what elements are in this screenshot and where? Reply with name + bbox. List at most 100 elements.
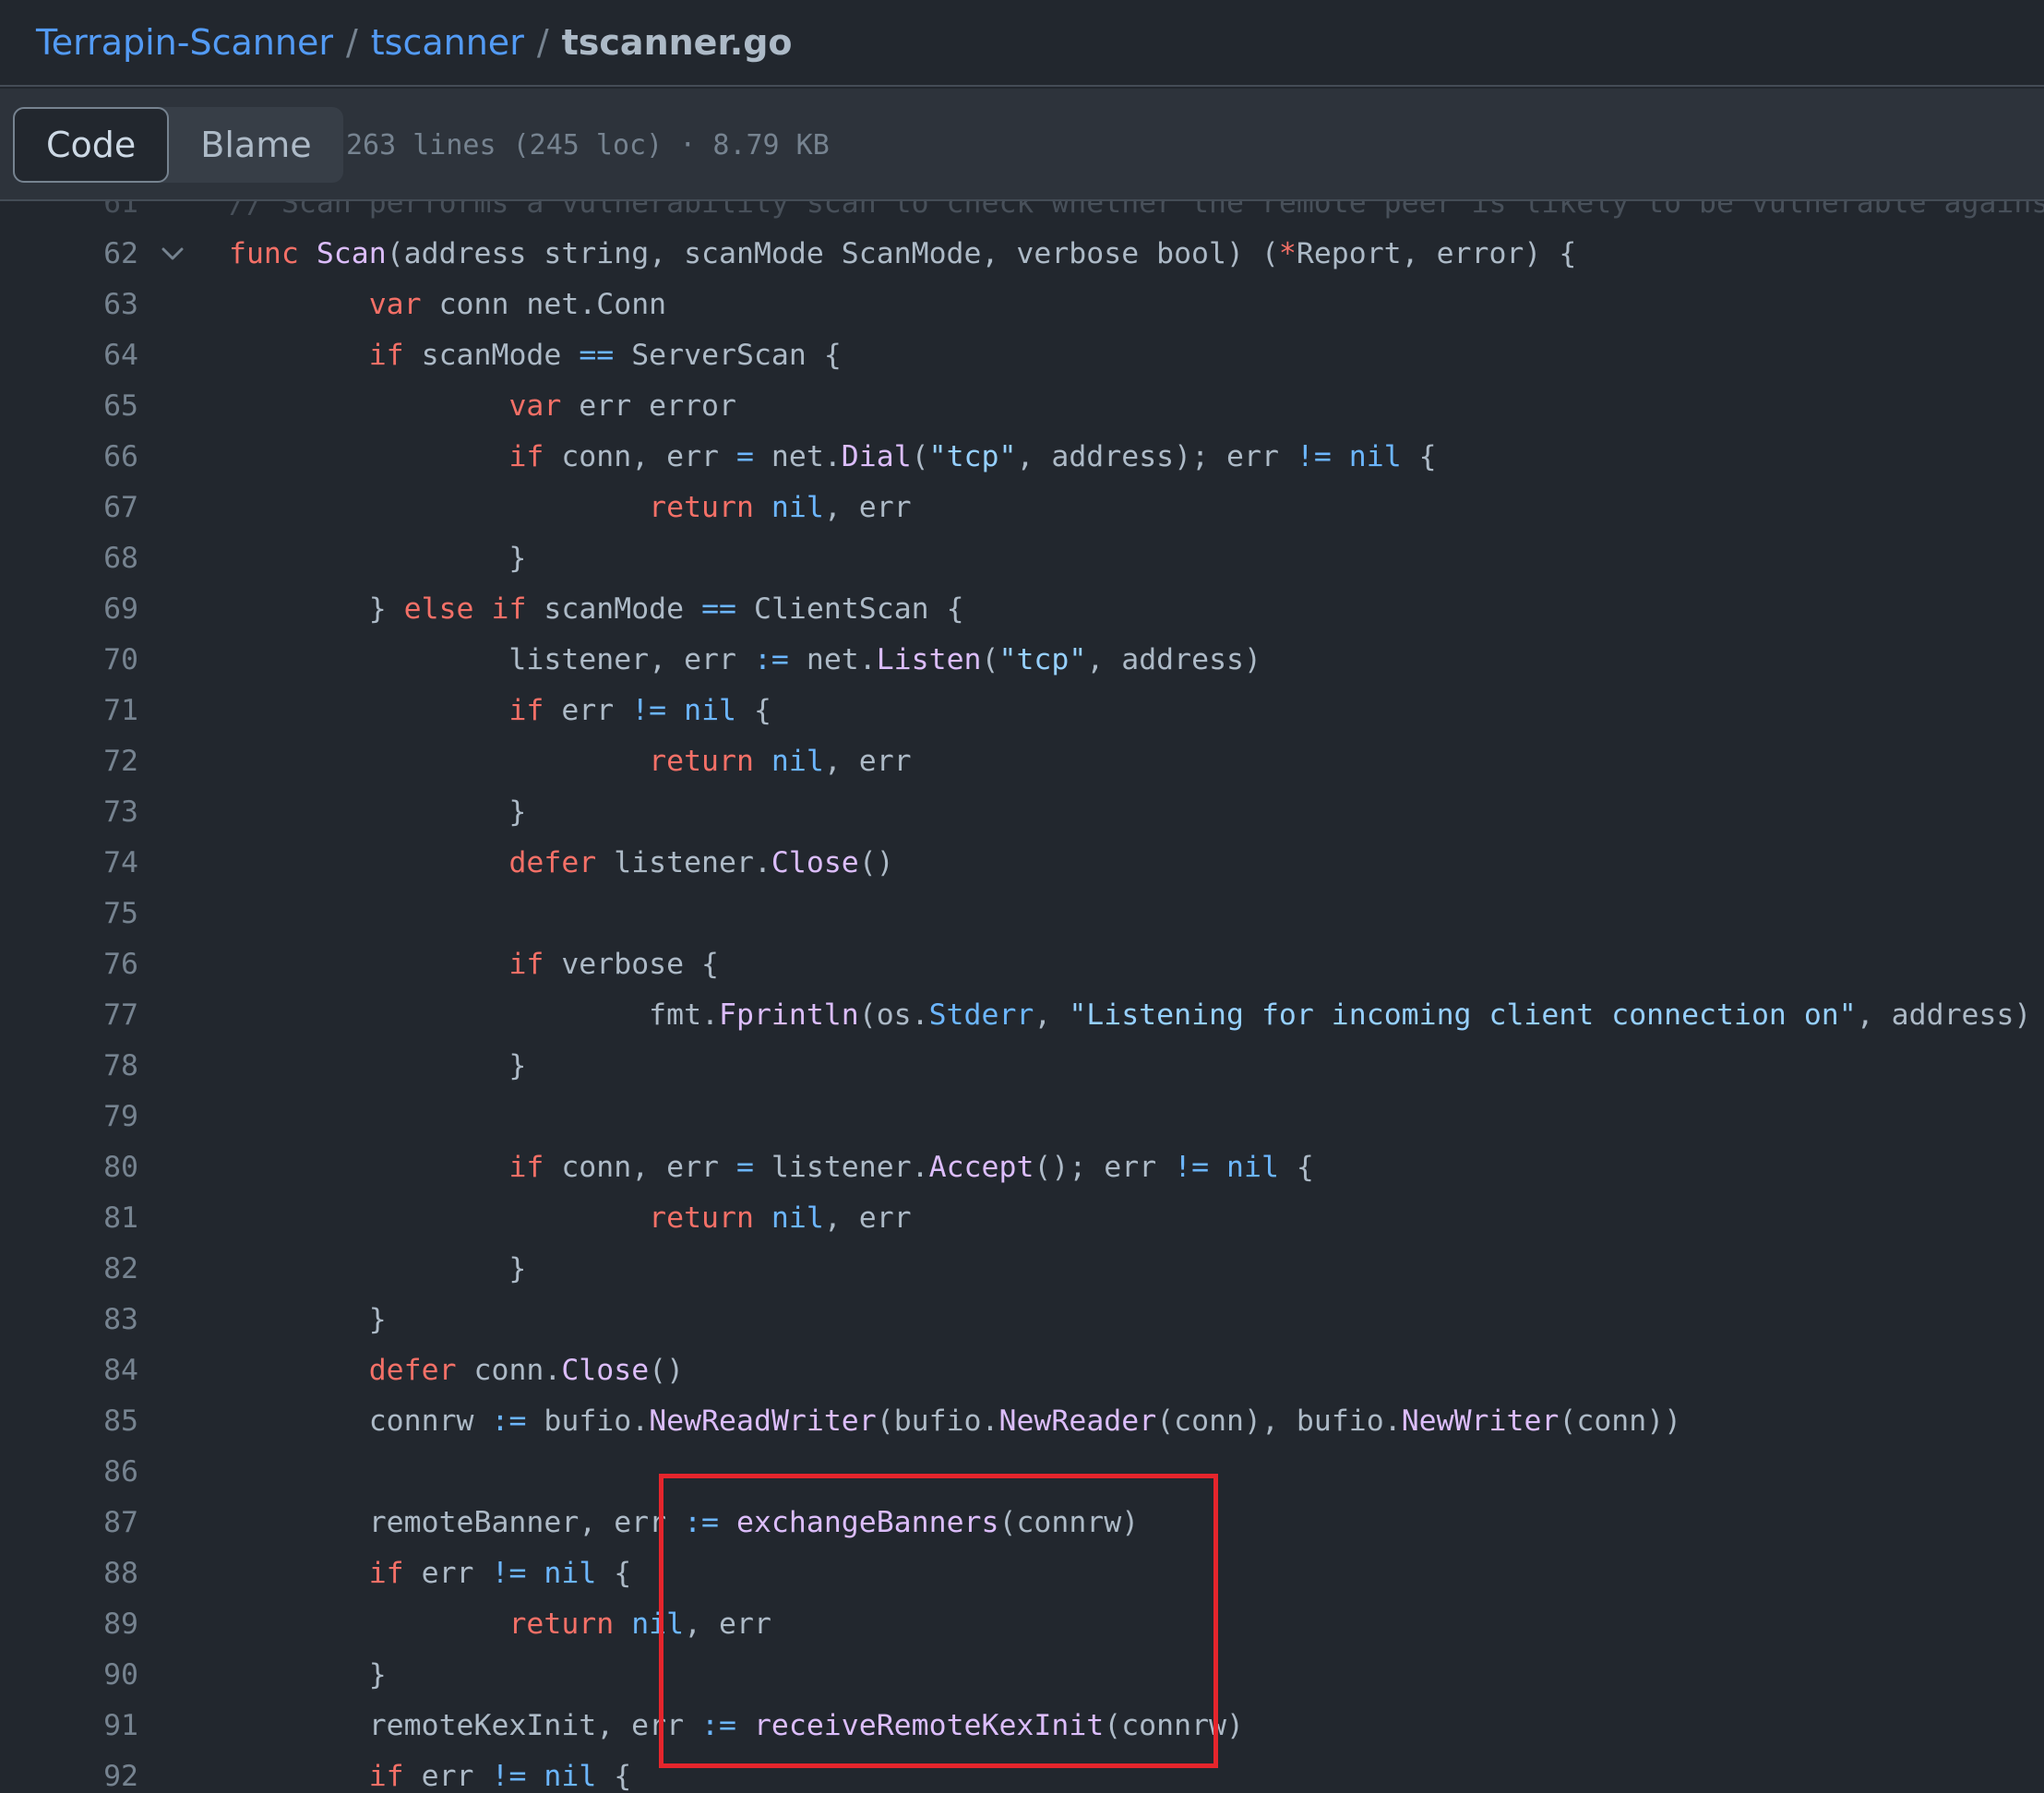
code-line: 91 remoteKexInit, err := receiveRemoteKe… bbox=[0, 1701, 2044, 1751]
line-number[interactable]: 66 bbox=[0, 432, 138, 483]
breadcrumb-repo-link[interactable]: Terrapin-Scanner bbox=[36, 22, 333, 63]
code-token: if bbox=[491, 592, 527, 626]
view-tab-group: Code Blame bbox=[13, 107, 343, 183]
code-line: 85 connrw := bufio.NewReadWriter(bufio.N… bbox=[0, 1396, 2044, 1447]
code-token: nil bbox=[771, 1201, 824, 1235]
line-number[interactable]: 85 bbox=[0, 1396, 138, 1447]
code-token: != bbox=[491, 1557, 527, 1590]
code-token: , err bbox=[684, 1608, 771, 1641]
code-token: err bbox=[544, 694, 632, 727]
code-line: 78 } bbox=[0, 1041, 2044, 1092]
line-number[interactable]: 80 bbox=[0, 1142, 138, 1193]
code-line: 73 } bbox=[0, 787, 2044, 838]
code-token: return bbox=[649, 491, 754, 524]
line-number[interactable]: 87 bbox=[0, 1498, 138, 1548]
line-number[interactable]: 74 bbox=[0, 838, 138, 889]
line-number[interactable]: 69 bbox=[0, 584, 138, 635]
line-number[interactable]: 61 bbox=[0, 201, 138, 229]
code-token: (bufio. bbox=[876, 1405, 999, 1438]
breadcrumb-separator: / bbox=[536, 22, 549, 63]
line-number[interactable]: 84 bbox=[0, 1345, 138, 1396]
code-token: err bbox=[403, 1760, 492, 1793]
line-number[interactable]: 90 bbox=[0, 1650, 138, 1701]
code-token: } bbox=[229, 1658, 387, 1691]
code-line: 88 if err != nil { bbox=[0, 1548, 2044, 1599]
breadcrumb-separator: / bbox=[345, 22, 358, 63]
line-number[interactable]: 86 bbox=[0, 1447, 138, 1498]
line-number[interactable]: 91 bbox=[0, 1701, 138, 1751]
line-number[interactable]: 65 bbox=[0, 381, 138, 432]
code-line: 68 } bbox=[0, 533, 2044, 584]
line-number[interactable]: 77 bbox=[0, 990, 138, 1041]
code-token: } bbox=[229, 1303, 387, 1336]
tab-blame[interactable]: Blame bbox=[169, 107, 342, 183]
code-token: != bbox=[631, 694, 667, 727]
code-text: } bbox=[229, 1244, 526, 1295]
code-view[interactable]: 61 // Scan performs a vulnerability scan … bbox=[0, 201, 2044, 1793]
code-token: (connrw) bbox=[998, 1506, 1140, 1539]
line-number[interactable]: 71 bbox=[0, 686, 138, 736]
code-line: 90 } bbox=[0, 1650, 2044, 1701]
code-token: Close bbox=[771, 846, 859, 879]
tab-code[interactable]: Code bbox=[13, 107, 170, 183]
code-token: net. bbox=[788, 643, 877, 676]
code-token: receiveRemoteKexInit bbox=[753, 1709, 1105, 1742]
line-number[interactable]: 76 bbox=[0, 939, 138, 990]
code-token: , address) bbox=[1856, 998, 2032, 1032]
code-token: exchangeBanners bbox=[736, 1506, 999, 1539]
code-line: 92 if err != nil { bbox=[0, 1751, 2044, 1793]
code-lines: 61 // Scan performs a vulnerability scan … bbox=[0, 201, 2044, 1793]
line-number[interactable]: 67 bbox=[0, 483, 138, 533]
line-number[interactable]: 68 bbox=[0, 533, 138, 584]
line-number[interactable]: 89 bbox=[0, 1599, 138, 1650]
code-text: if err != nil { bbox=[229, 1751, 632, 1793]
code-token: := bbox=[701, 1709, 736, 1742]
code-token: Accept bbox=[928, 1151, 1034, 1184]
file-info: 263 lines (245 loc) · 8.79 KB bbox=[346, 128, 830, 161]
line-number[interactable]: 62 bbox=[0, 229, 138, 280]
code-line: 84 defer conn.Close() bbox=[0, 1345, 2044, 1396]
code-token: err error bbox=[561, 389, 736, 423]
line-number[interactable]: 72 bbox=[0, 736, 138, 787]
code-token: nil bbox=[771, 745, 824, 778]
code-token: } bbox=[229, 592, 404, 626]
line-number[interactable]: 88 bbox=[0, 1548, 138, 1599]
code-text: } bbox=[229, 787, 526, 838]
line-number[interactable]: 75 bbox=[0, 889, 138, 939]
line-number[interactable]: 82 bbox=[0, 1244, 138, 1295]
line-number[interactable]: 70 bbox=[0, 635, 138, 686]
code-line: 62 func Scan(address string, scanMode Sca… bbox=[0, 229, 2044, 280]
code-line: 64 if scanMode == ServerScan { bbox=[0, 330, 2044, 381]
code-token: if bbox=[508, 440, 544, 473]
code-text: } else if scanMode == ClientScan { bbox=[229, 584, 964, 635]
code-text: var err error bbox=[229, 381, 736, 432]
line-number[interactable]: 73 bbox=[0, 787, 138, 838]
code-line: 79 bbox=[0, 1092, 2044, 1142]
line-number[interactable]: 63 bbox=[0, 280, 138, 330]
chevron-down-icon[interactable] bbox=[159, 240, 186, 268]
line-number[interactable]: 83 bbox=[0, 1295, 138, 1345]
code-text: defer conn.Close() bbox=[229, 1345, 684, 1396]
line-number[interactable]: 79 bbox=[0, 1092, 138, 1142]
code-token: Report, error) { bbox=[1296, 237, 1577, 270]
code-token: nil bbox=[544, 1557, 597, 1590]
line-number[interactable]: 64 bbox=[0, 330, 138, 381]
code-token: != bbox=[1174, 1151, 1210, 1184]
breadcrumb-folder-link[interactable]: tscanner bbox=[371, 22, 524, 63]
code-token: return bbox=[649, 745, 754, 778]
line-number[interactable]: 81 bbox=[0, 1193, 138, 1244]
line-number[interactable]: 78 bbox=[0, 1041, 138, 1092]
code-token: != bbox=[491, 1760, 527, 1793]
code-text: fmt.Fprintln(os.Stderr, "Listening for i… bbox=[229, 990, 2031, 1041]
line-number[interactable]: 92 bbox=[0, 1751, 138, 1793]
code-token: () bbox=[858, 846, 894, 879]
code-line: 87 remoteBanner, err := exchangeBanners(… bbox=[0, 1498, 2044, 1548]
